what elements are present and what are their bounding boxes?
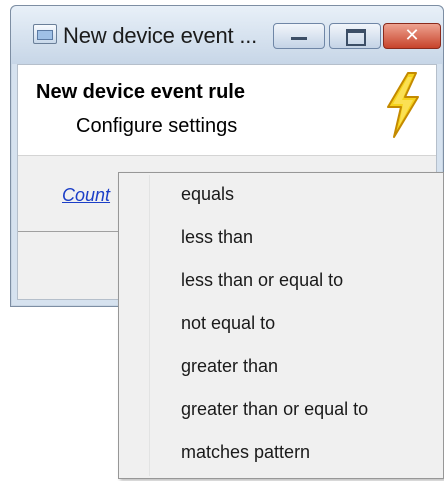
menu-item-equals[interactable]: equals [121,175,441,213]
page-subtitle: Configure settings [76,115,238,137]
menu-item-less-than-or-equal-to[interactable]: less than or equal to [121,261,441,299]
field-link-count[interactable]: Count [62,185,110,206]
close-button[interactable]: ✕ [383,23,441,49]
maximize-button[interactable] [329,23,381,49]
menu-item-not-equal-to[interactable]: not equal to [121,304,441,342]
menu-item-matches-pattern[interactable]: matches pattern [121,433,441,471]
app-window-icon [33,24,57,44]
wizard-header: New device event rule Configure settings [18,65,436,156]
menu-item-less-than[interactable]: less than [121,218,441,256]
minimize-button[interactable] [273,23,325,49]
operator-dropdown-menu: equals less than less than or equal to n… [118,172,444,479]
menu-item-greater-than-or-equal-to[interactable]: greater than or equal to [121,390,441,428]
close-icon: ✕ [404,25,420,46]
lightning-bolt-icon [387,72,419,138]
menu-item-greater-than[interactable]: greater than [121,347,441,385]
page-title: New device event rule [36,81,245,103]
title-bar[interactable]: New device event ... ✕ [11,6,443,64]
window-title: New device event ... [63,23,258,48]
